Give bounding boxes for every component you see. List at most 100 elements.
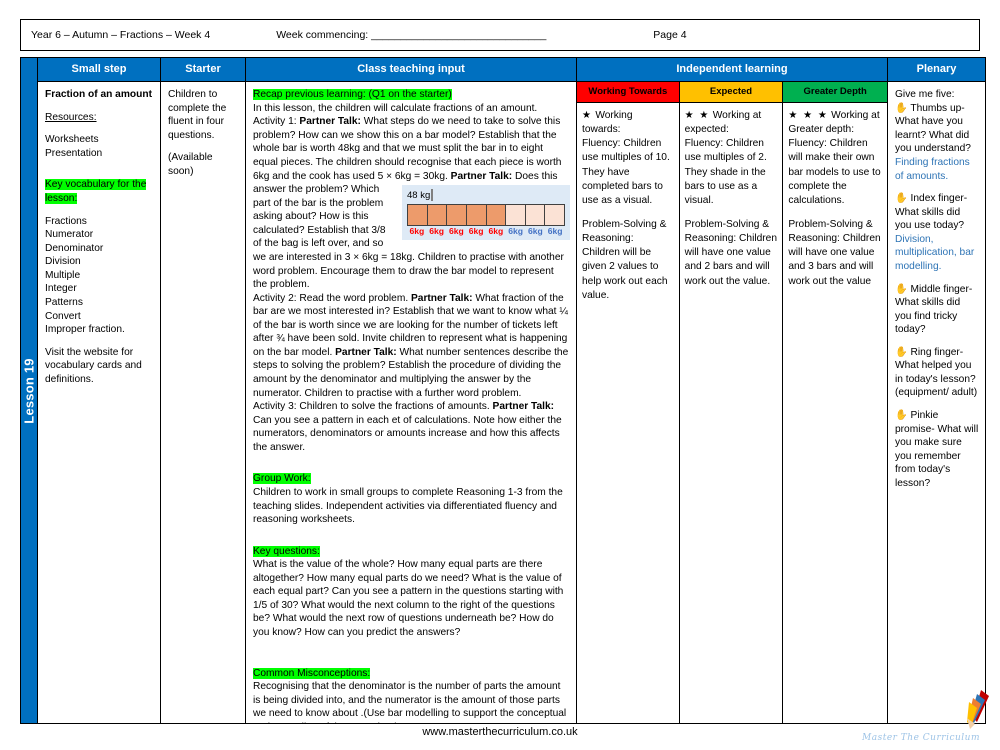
working-towards-fluency: Fluency: Children use multiples of 10. T… [582, 138, 670, 207]
starter-text: Children to complete the fluent in four … [168, 89, 227, 141]
teaching-intro: In this lesson, the children will calcul… [253, 102, 538, 114]
brand-pencil-logo [967, 690, 989, 729]
hand-icon: ✋ [895, 346, 908, 358]
activity-3-paragraph: Activity 3: Children to solve the fracti… [253, 400, 570, 414]
star-rating-icon: ★ ★ ★ [788, 109, 829, 121]
lesson-plan-table: Lesson 19 Small step Fraction of an amou… [20, 57, 987, 724]
partner-talk-label: Partner Talk: [450, 170, 513, 182]
partner-talk-label: Partner Talk: [410, 292, 473, 304]
starter-availability: (Available soon) [168, 152, 213, 177]
bar-segment-label: 6kg [448, 225, 464, 236]
header-plenary: Plenary [888, 58, 985, 83]
column-small-step: Small step Fraction of an amount Resourc… [37, 57, 161, 724]
bar-segment [447, 204, 467, 225]
working-towards-reasoning: Problem-Solving & Reasoning: Children wi… [582, 218, 668, 301]
vocab-item: Convert [45, 310, 81, 322]
vocab-item: Fractions [45, 215, 87, 227]
header-small-step: Small step [38, 58, 160, 83]
vocab-item: Division [45, 256, 81, 268]
bar-segment [545, 204, 564, 225]
expected-fluency: Fluency: Children use multiples of 2. Th… [684, 138, 767, 207]
lesson-number-spine: Lesson 19 [20, 57, 37, 724]
independent-working-towards-body: ★ Working towards: Fluency: Children use… [577, 102, 680, 723]
misconceptions-heading: Common Misconceptions: [253, 667, 371, 679]
bar-segment-label: 6kg [468, 225, 484, 236]
plenary-body: Give me five: ✋ Thumbs up- What have you… [888, 82, 985, 723]
subheader-working-towards: Working Towards [577, 82, 680, 102]
activity-3-text: Can you see a pattern in each et of calc… [253, 414, 562, 453]
header-page-number: Page 4 [653, 29, 687, 41]
bar-segment [427, 204, 448, 225]
recap-heading: Recap previous learning: (Q1 on the star… [253, 89, 452, 101]
plenary-answer: Finding fractions of amounts. [895, 157, 970, 182]
vocab-item: Improper fraction. [45, 324, 125, 336]
vocab-item: Denominator [45, 242, 104, 254]
starter-body: Children to complete the fluent in four … [161, 82, 245, 723]
bar-segment-label: 6kg [508, 225, 524, 236]
plenary-question: Ring finger- What helped you in today's … [895, 346, 978, 399]
group-work-text: Children to work in small groups to comp… [253, 486, 563, 526]
partner-talk-label: Partner Talk: [299, 116, 361, 128]
star-rating-icon: ★ ★ [684, 109, 710, 121]
independent-greater-depth-body: ★ ★ ★ Working at Greater depth: Fluency:… [783, 103, 887, 723]
resource-item: Worksheets [45, 134, 99, 146]
vocab-item: Patterns [45, 296, 83, 308]
vocab-heading: Key vocabulary for the lesson: [45, 179, 147, 204]
subheader-greater-depth: Greater Depth [783, 82, 887, 102]
star-rating-icon: ★ [582, 109, 593, 121]
bar-segment-label: 6kg [547, 225, 563, 236]
plenary-item: ✋ Index finger- What skills did you use … [895, 192, 979, 273]
activity-1-paragraph: Activity 1: Partner Talk: What steps do … [253, 115, 570, 291]
subheader-expected: Expected [679, 82, 784, 102]
bar-model-whole-label: 48 kg [407, 190, 431, 202]
column-plenary: Plenary Give me five: ✋ Thumbs up- What … [888, 57, 986, 724]
expected-reasoning: Problem-Solving & Reasoning: Children wi… [684, 218, 777, 287]
partner-talk-label: Partner Talk: [335, 346, 397, 358]
vocab-item: Multiple [45, 269, 81, 281]
greater-depth-reasoning: Problem-Solving & Reasoning: Children wi… [788, 218, 881, 287]
bar-segment [506, 204, 526, 225]
column-starter: Starter Children to complete the fluent … [161, 57, 246, 724]
lesson-plan-page: Year 6 – Autumn – Fractions – Week 4 Wee… [0, 0, 1000, 750]
key-questions-text: What is the value of the whole? How many… [253, 559, 564, 638]
bar-model-bar [407, 203, 565, 226]
bar-segment-label: 6kg [488, 225, 504, 236]
document-header-bar: Year 6 – Autumn – Fractions – Week 4 Wee… [20, 19, 980, 51]
partner-talk-label: Partner Talk: [492, 401, 555, 413]
bar-segment [525, 204, 546, 225]
teaching-body: Recap previous learning: (Q1 on the star… [246, 82, 576, 723]
vocab-item: Integer [45, 283, 77, 295]
bar-segment [486, 204, 507, 225]
activity-2-paragraph: Activity 2: Read the word problem. Partn… [253, 292, 570, 401]
header-week-commencing: Week commencing: _______________________… [276, 29, 547, 41]
key-questions-heading: Key questions: [253, 545, 320, 557]
greater-depth-fluency: Fluency: Children will make their own ba… [788, 138, 881, 207]
bar-segment-label: 6kg [429, 225, 445, 236]
small-step-title: Fraction of an amount [45, 89, 152, 101]
resources-label: Resources: [45, 111, 97, 123]
activity-3-label: Activity 3: Children to solve the fracti… [253, 401, 493, 413]
plenary-intro: Give me five: [895, 89, 955, 101]
vocab-item: Numerator [45, 229, 94, 241]
plenary-item: ✋ Middle finger- What skills did you fin… [895, 283, 979, 337]
misconceptions-text: Recognising that the denominator is the … [253, 681, 567, 723]
bar-segment-label: 6kg [409, 225, 425, 236]
activity-1-label: Activity 1: [253, 116, 300, 128]
hand-icon: ✋ [895, 193, 908, 205]
plenary-item: ✋ Thumbs up- What have you learnt? What … [895, 102, 979, 183]
lesson-number-label: Lesson 19 [21, 357, 37, 424]
header-year-topic: Year 6 – Autumn – Fractions – Week 4 [31, 29, 211, 41]
bar-segment [466, 204, 487, 225]
small-step-body: Fraction of an amount Resources: Workshe… [38, 82, 160, 723]
bar-segment-label: 6kg [527, 225, 543, 236]
independent-expected-body: ★ ★ Working at expected: Fluency: Childr… [680, 102, 784, 723]
activity-2-label: Activity 2: Read the word problem. [253, 292, 411, 304]
plenary-item: ✋ Ring finger- What helped you in today'… [895, 346, 979, 400]
hand-icon: ✋ [895, 102, 908, 114]
footer-website-url: www.masterthecurriculum.co.uk [422, 726, 578, 738]
resource-item: Presentation [45, 147, 103, 159]
hand-icon: ✋ [895, 283, 908, 295]
header-starter: Starter [161, 58, 245, 83]
plenary-answer: Division, multiplication, bar modelling. [895, 233, 975, 272]
column-independent-learning: Independent learning Working Towards Exp… [577, 57, 888, 724]
